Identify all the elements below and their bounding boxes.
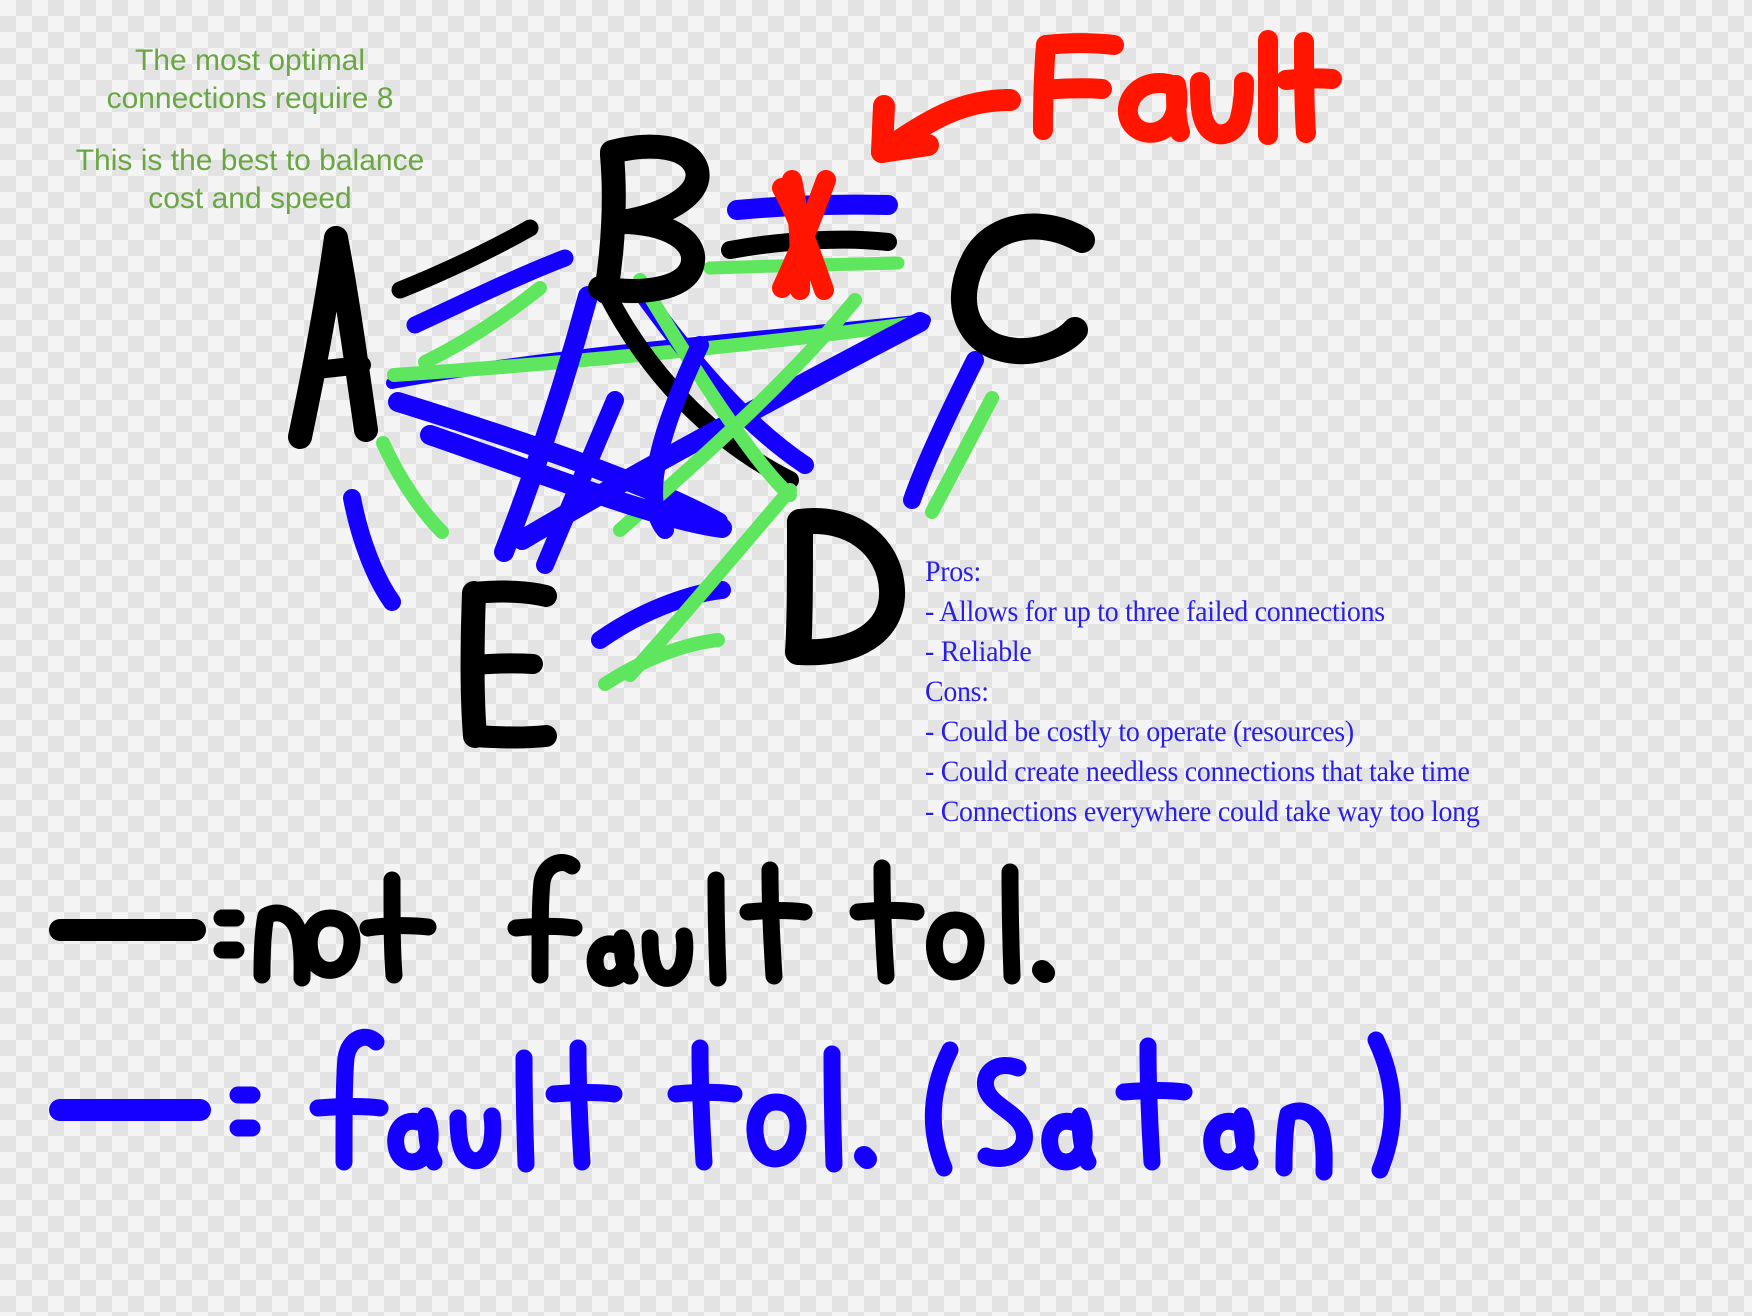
- fault-arrow-icon: [871, 89, 1021, 163]
- node-E: [460, 580, 557, 749]
- pros-cons-block: Pros: - Allows for up to three failed co…: [925, 552, 1688, 832]
- legend-row-1-text: [213, 854, 1055, 987]
- cons-item: - Could be costly to operate (resources): [925, 715, 1354, 748]
- note-optimal-connections: The most optimal connections require 8: [106, 44, 394, 115]
- edge-ae-blue: [343, 489, 401, 611]
- node-D: [785, 508, 905, 666]
- node-B: [588, 134, 710, 304]
- cons-heading: Cons:: [925, 675, 989, 708]
- edge-ae-green: [376, 436, 449, 539]
- cons-item: - Could create needless connections that…: [925, 755, 1470, 788]
- fault-label-drawn: [1033, 30, 1342, 145]
- legend-row-2-text: [229, 1028, 1401, 1181]
- cons-item: - Connections everywhere could take way …: [925, 795, 1480, 828]
- node-C: [950, 213, 1095, 365]
- pros-item: - Allows for up to three failed connecti…: [925, 595, 1385, 628]
- legend-swatches: [49, 919, 211, 1121]
- pros-heading: Pros:: [925, 555, 981, 588]
- pros-item: - Reliable: [925, 635, 1032, 668]
- node-A: [288, 226, 378, 449]
- note-balance-cost-speed: This is the best to balance cost and spe…: [75, 144, 425, 215]
